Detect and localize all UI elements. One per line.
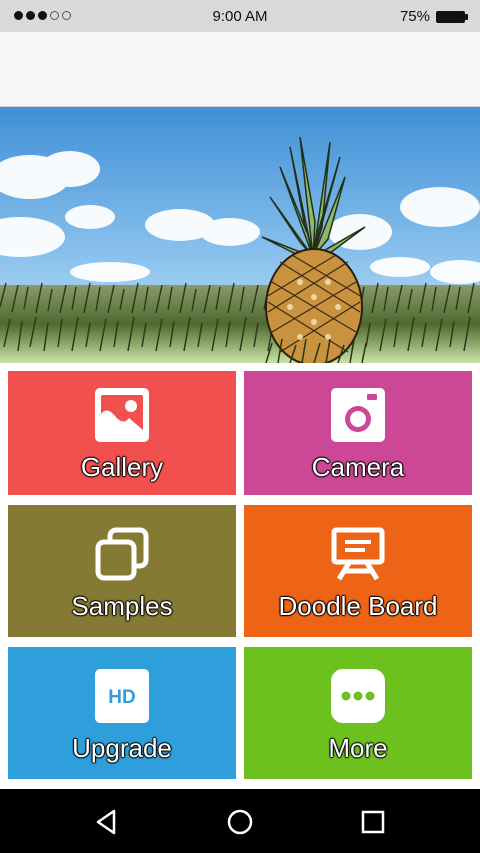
stacked-copies-icon xyxy=(95,527,149,581)
gallery-tile[interactable]: Gallery xyxy=(8,371,236,495)
back-icon[interactable] xyxy=(92,807,122,837)
image-icon xyxy=(95,388,149,442)
hero-image xyxy=(0,107,480,363)
camera-label: Camera xyxy=(311,452,405,482)
upgrade-tile[interactable]: HD Upgrade xyxy=(8,647,236,779)
battery-percentage: 75% xyxy=(399,8,430,25)
samples-label: Samples xyxy=(71,591,173,621)
doodle-board-tile[interactable]: Doodle Board xyxy=(244,505,472,637)
gallery-label: Gallery xyxy=(80,452,164,482)
more-dots-icon xyxy=(331,669,385,723)
app-header xyxy=(0,32,480,107)
home-icon[interactable] xyxy=(225,807,255,837)
easel-icon xyxy=(331,527,385,581)
navigation-bar xyxy=(0,789,480,853)
camera-tile[interactable]: Camera xyxy=(244,371,472,495)
recents-icon[interactable] xyxy=(358,807,388,837)
battery-icon xyxy=(436,11,468,23)
pineapple-landscape-image xyxy=(0,107,480,363)
svg-text:HD: HD xyxy=(108,687,135,708)
hd-icon: HD xyxy=(95,669,149,723)
status-bar: 9:00 AM 75% xyxy=(0,0,480,32)
more-tile[interactable]: More xyxy=(244,647,472,779)
upgrade-label: Upgrade xyxy=(72,733,172,763)
samples-tile[interactable]: Samples xyxy=(8,505,236,637)
more-label: More xyxy=(328,733,388,763)
doodle-board-label: Doodle Board xyxy=(278,591,438,621)
camera-icon xyxy=(331,388,385,442)
